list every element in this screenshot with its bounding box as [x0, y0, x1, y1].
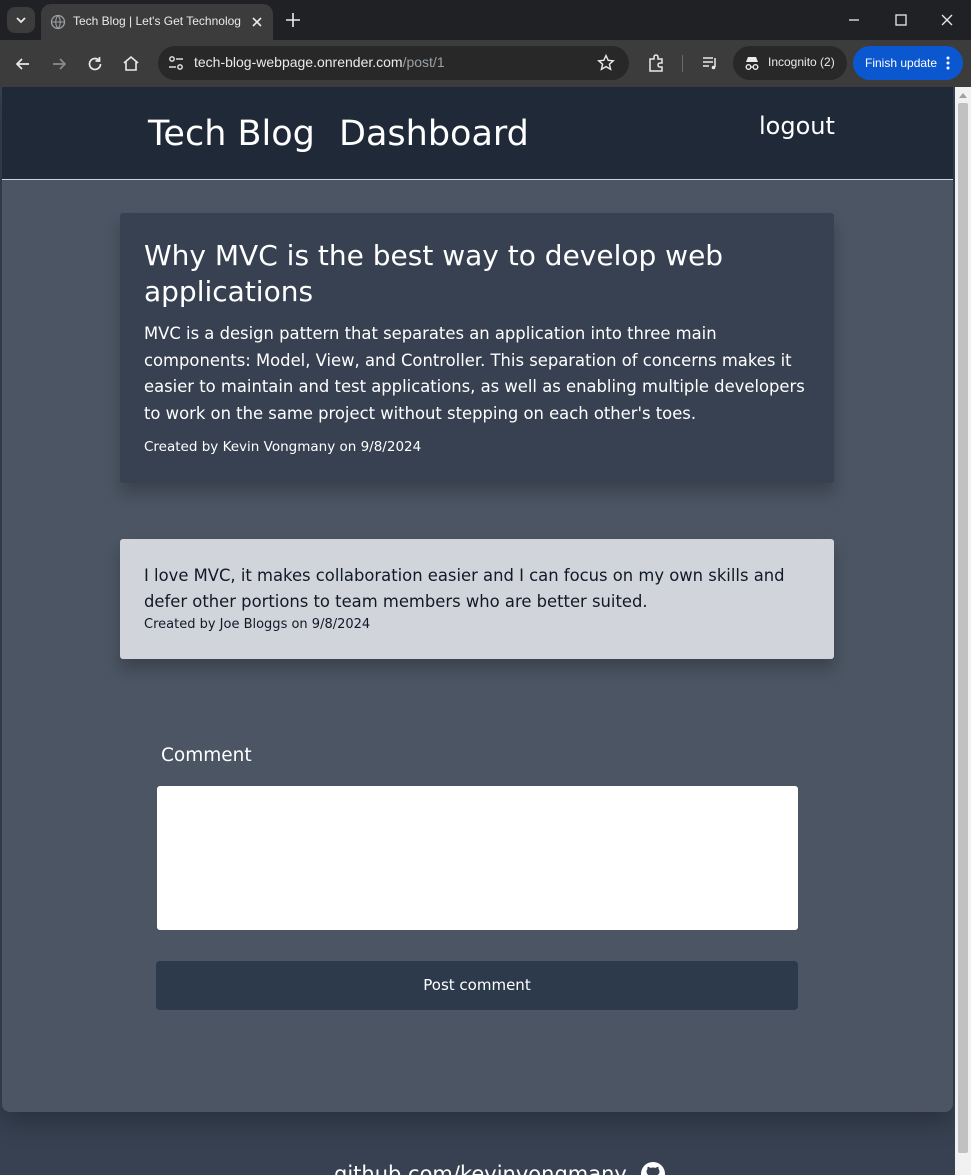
address-bar[interactable]: tech-blog-webpage.onrender.com/post/1	[158, 46, 629, 80]
comment-body: I love MVC, it makes collaboration easie…	[144, 566, 785, 611]
close-tab-icon[interactable]	[248, 13, 266, 31]
incognito-profile-button[interactable]: Incognito (2)	[733, 46, 847, 80]
finish-update-button[interactable]: Finish update	[853, 46, 963, 80]
incognito-label: Incognito (2)	[768, 55, 835, 69]
incognito-icon	[745, 57, 759, 70]
url-text: tech-blog-webpage.onrender.com/post/1	[194, 54, 445, 70]
tab-title: Tech Blog | Let's Get Technological	[73, 14, 241, 28]
scroll-up-arrow-icon[interactable]	[959, 92, 967, 98]
maximize-icon[interactable]	[889, 8, 913, 32]
page-viewport: Tech Blog Dashboard logout Why MVC is th…	[0, 87, 955, 1175]
comment-label: Comment	[161, 745, 252, 766]
page-container: Tech Blog Dashboard logout Why MVC is th…	[2, 87, 953, 1112]
browser-tab[interactable]: Tech Blog | Let's Get Technological	[41, 4, 273, 40]
post-comment-button[interactable]: Post comment	[156, 961, 798, 1010]
minimize-icon[interactable]	[842, 8, 866, 32]
site-settings-icon[interactable]	[165, 52, 187, 74]
media-controls-icon[interactable]	[699, 52, 721, 74]
home-icon[interactable]	[120, 53, 142, 75]
new-tab-icon[interactable]	[282, 9, 304, 31]
forward-icon[interactable]	[48, 53, 70, 75]
back-icon[interactable]	[12, 53, 34, 75]
reload-icon[interactable]	[84, 53, 106, 75]
globe-icon	[50, 14, 66, 30]
url-host: tech-blog-webpage.onrender.com	[194, 54, 403, 70]
more-menu-icon[interactable]	[945, 55, 951, 71]
post-title: Why MVC is the best way to develop web a…	[144, 239, 724, 308]
finish-update-label: Finish update	[865, 56, 938, 70]
tab-search-button[interactable]	[7, 7, 35, 33]
post-body: MVC is a design pattern that separates a…	[144, 324, 805, 423]
bookmark-star-icon[interactable]	[596, 53, 616, 73]
comment-meta: Created by Joe Bloggs on 9/8/2024	[144, 617, 371, 632]
logout-link[interactable]: logout	[759, 112, 835, 140]
close-window-icon[interactable]	[935, 8, 959, 32]
url-path: /post/1	[402, 54, 445, 70]
site-footer: github.com/kevinvongmany	[334, 1161, 666, 1175]
browser-toolbar: tech-blog-webpage.onrender.com/post/1 In…	[0, 40, 971, 87]
comment-textarea[interactable]	[157, 786, 798, 930]
extensions-icon[interactable]	[645, 52, 667, 74]
site-header: Tech Blog Dashboard logout	[2, 87, 953, 180]
page-scrollbar[interactable]	[955, 87, 971, 1175]
dashboard-link[interactable]: Dashboard	[339, 114, 529, 154]
brand-link[interactable]: Tech Blog	[148, 114, 315, 154]
github-link[interactable]: github.com/kevinvongmany	[334, 1162, 627, 1175]
scrollbar-thumb[interactable]	[958, 103, 968, 1153]
post-meta: Created by Kevin Vongmany on 9/8/2024	[144, 439, 422, 455]
comment-card: I love MVC, it makes collaboration easie…	[120, 539, 834, 659]
chevron-down-icon	[16, 17, 26, 24]
toolbar-separator	[682, 55, 683, 72]
browser-titlebar: Tech Blog | Let's Get Technological	[0, 0, 971, 40]
post-card: Why MVC is the best way to develop web a…	[120, 213, 834, 483]
github-icon[interactable]	[640, 1161, 666, 1175]
